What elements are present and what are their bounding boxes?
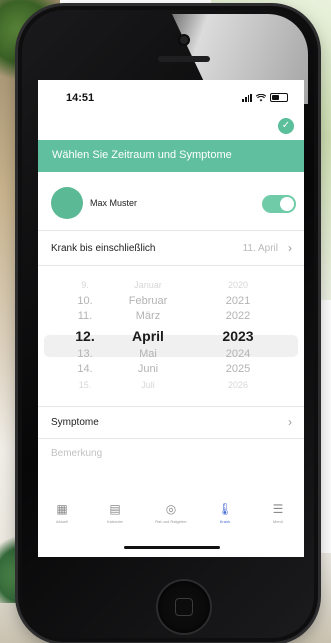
tab-rat-und-ratgeber[interactable]: ◎ Rat und Ratgeber bbox=[149, 502, 193, 524]
picker-day-item[interactable]: 10. bbox=[70, 294, 100, 310]
tab-label: Rat und Ratgeber bbox=[155, 519, 187, 524]
chevron-right-icon: › bbox=[288, 415, 292, 429]
banner-text: Wählen Sie Zeitraum und Symptome bbox=[52, 149, 232, 161]
bemerkung-input[interactable]: Bemerkung bbox=[51, 448, 102, 459]
instruction-banner: Wählen Sie Zeitraum und Symptome bbox=[38, 140, 304, 172]
status-time: 14:51 bbox=[66, 92, 95, 104]
picker-month-item[interactable]: Mai bbox=[108, 347, 188, 363]
picker-month-item[interactable]: März bbox=[108, 309, 188, 325]
picker-year-item[interactable]: 2022 bbox=[208, 309, 268, 325]
grid-icon: ▦ bbox=[56, 502, 68, 516]
picker-day-item[interactable]: 14. bbox=[70, 362, 100, 378]
divider bbox=[38, 230, 304, 231]
picker-day-column[interactable]: 9. 10. 11. 12. 13. 14. 15. bbox=[70, 278, 100, 393]
picker-month-selected[interactable]: April bbox=[108, 325, 188, 347]
divider bbox=[38, 438, 304, 439]
divider bbox=[38, 265, 304, 266]
user-name: Max Muster bbox=[90, 198, 138, 208]
confirm-check-icon[interactable]: ✓ bbox=[278, 118, 294, 134]
tab-label: Kalender bbox=[106, 519, 123, 524]
tab-bar: ▦ Aktuell ▤ Kalender ◎ Rat und Ratgeber … bbox=[38, 498, 304, 538]
user-toggle[interactable] bbox=[262, 195, 296, 213]
picker-day-item[interactable]: 11. bbox=[70, 309, 100, 325]
picker-day-item[interactable]: 13. bbox=[70, 347, 100, 363]
date-picker[interactable]: 9. 10. 11. 12. 13. 14. 15. Januar Februa… bbox=[38, 278, 304, 403]
thermometer-icon: 🌡︎ bbox=[217, 502, 233, 516]
app-screen: 14:51 ✓ Wählen Sie Zeitraum und Symptome… bbox=[38, 80, 304, 557]
earpiece-speaker bbox=[158, 56, 210, 62]
tab-krank[interactable]: 🌡︎ Krank bbox=[203, 502, 247, 524]
status-icons bbox=[242, 93, 288, 102]
picker-day-selected[interactable]: 12. bbox=[70, 325, 100, 347]
picker-day-item[interactable]: 15. bbox=[70, 378, 100, 394]
status-bar: 14:51 bbox=[38, 80, 304, 116]
tab-label: Krank bbox=[219, 519, 231, 524]
symptome-row[interactable]: Symptome › bbox=[38, 409, 304, 435]
symptome-label: Symptome bbox=[51, 417, 99, 428]
calendar-icon: ▤ bbox=[109, 502, 121, 516]
picker-month-item[interactable]: Juni bbox=[108, 362, 188, 378]
signal-icon bbox=[242, 93, 252, 102]
picker-year-item[interactable]: 2024 bbox=[208, 347, 268, 363]
picker-year-item[interactable]: 2026 bbox=[208, 378, 268, 394]
krank-bis-value: 11. April bbox=[242, 243, 278, 254]
front-camera bbox=[180, 36, 188, 44]
chevron-right-icon: › bbox=[288, 241, 292, 255]
home-button[interactable] bbox=[158, 581, 210, 633]
circle-icon: ◎ bbox=[165, 502, 177, 516]
wifi-icon bbox=[256, 93, 266, 101]
picker-month-item[interactable]: Januar bbox=[108, 278, 188, 294]
picker-year-column[interactable]: 2020 2021 2022 2023 2024 2025 2026 bbox=[208, 278, 268, 393]
tab-menu[interactable]: ☰ Menü bbox=[256, 502, 300, 524]
krank-bis-row[interactable]: Krank bis einschließlich 11. April › bbox=[38, 235, 304, 261]
picker-year-selected[interactable]: 2023 bbox=[208, 325, 268, 347]
krank-bis-label: Krank bis einschließlich bbox=[51, 243, 156, 254]
picker-month-item[interactable]: Juli bbox=[108, 378, 188, 394]
home-indicator[interactable] bbox=[124, 546, 220, 549]
picker-month-column[interactable]: Januar Februar März April Mai Juni Juli bbox=[108, 278, 188, 393]
picker-year-item[interactable]: 2025 bbox=[208, 362, 268, 378]
menu-icon: ☰ bbox=[272, 502, 284, 516]
battery-icon bbox=[270, 93, 288, 102]
picker-month-item[interactable]: Februar bbox=[108, 294, 188, 310]
user-row: Max Muster bbox=[38, 183, 304, 223]
divider bbox=[38, 406, 304, 407]
tab-label: Menü bbox=[272, 519, 283, 524]
avatar bbox=[51, 187, 83, 219]
tab-label: Aktuell bbox=[55, 519, 68, 524]
tab-aktuell[interactable]: ▦ Aktuell bbox=[40, 502, 84, 524]
picker-year-item[interactable]: 2021 bbox=[208, 294, 268, 310]
picker-day-item[interactable]: 9. bbox=[70, 278, 100, 294]
tab-kalender[interactable]: ▤ Kalender bbox=[93, 502, 137, 524]
picker-year-item[interactable]: 2020 bbox=[208, 278, 268, 294]
toggle-knob bbox=[280, 197, 294, 211]
